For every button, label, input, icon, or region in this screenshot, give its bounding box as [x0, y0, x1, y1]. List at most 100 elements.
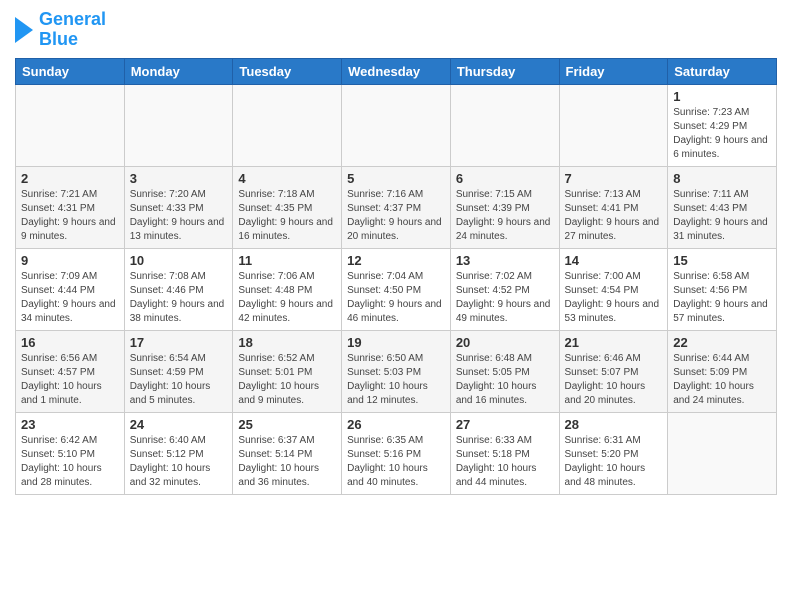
day-number: 16	[21, 335, 119, 350]
calendar-cell: 21 Sunrise: 6:46 AM Sunset: 5:07 PM Dayli…	[559, 330, 668, 412]
calendar-week: 2 Sunrise: 7:21 AM Sunset: 4:31 PM Daylig…	[16, 166, 777, 248]
calendar-cell	[450, 84, 559, 166]
calendar-cell	[16, 84, 125, 166]
day-number: 13	[456, 253, 554, 268]
header: General Blue	[15, 10, 777, 50]
calendar-header: SundayMondayTuesdayWednesdayThursdayFrid…	[16, 58, 777, 84]
day-info: Sunrise: 6:48 AM Sunset: 5:05 PM Dayligh…	[456, 352, 554, 408]
calendar-body: 1 Sunrise: 7:23 AM Sunset: 4:29 PM Daylig…	[16, 84, 777, 494]
day-info: Sunrise: 6:33 AM Sunset: 5:18 PM Dayligh…	[456, 434, 554, 490]
calendar-cell: 8Sunrise: 7:11 AM Sunset: 4:43 PM Daylig…	[668, 166, 777, 248]
calendar-cell: 6 Sunrise: 7:15 AM Sunset: 4:39 PM Daylig…	[450, 166, 559, 248]
day-info: Sunrise: 7:11 AM Sunset: 4:43 PM Dayligh…	[673, 188, 771, 244]
day-info: Sunrise: 7:16 AM Sunset: 4:37 PM Dayligh…	[347, 188, 445, 244]
calendar-cell: 9 Sunrise: 7:09 AM Sunset: 4:44 PM Daylig…	[16, 248, 125, 330]
calendar-week: 23 Sunrise: 6:42 AM Sunset: 5:10 PM Dayli…	[16, 412, 777, 494]
logo-line2: Blue	[39, 30, 106, 50]
calendar-cell: 25 Sunrise: 6:37 AM Sunset: 5:14 PM Dayli…	[233, 412, 342, 494]
day-number: 25	[238, 417, 336, 432]
day-number: 2	[21, 171, 119, 186]
day-number: 6	[456, 171, 554, 186]
day-number: 3	[130, 171, 228, 186]
calendar-cell: 15 Sunrise: 6:58 AM Sunset: 4:56 PM Dayli…	[668, 248, 777, 330]
day-number: 9	[21, 253, 119, 268]
page: General Blue SundayMondayTuesdayWednesda…	[0, 0, 792, 505]
logo-text: General Blue	[39, 10, 106, 50]
weekday-header: Friday	[559, 58, 668, 84]
day-number: 5	[347, 171, 445, 186]
day-info: Sunrise: 6:56 AM Sunset: 4:57 PM Dayligh…	[21, 352, 119, 408]
day-info: Sunrise: 7:04 AM Sunset: 4:50 PM Dayligh…	[347, 270, 445, 326]
day-info: Sunrise: 7:18 AM Sunset: 4:35 PM Dayligh…	[238, 188, 336, 244]
day-info: Sunrise: 6:35 AM Sunset: 5:16 PM Dayligh…	[347, 434, 445, 490]
calendar-cell: 2 Sunrise: 7:21 AM Sunset: 4:31 PM Daylig…	[16, 166, 125, 248]
day-info: Sunrise: 6:31 AM Sunset: 5:20 PM Dayligh…	[565, 434, 663, 490]
day-info: Sunrise: 6:37 AM Sunset: 5:14 PM Dayligh…	[238, 434, 336, 490]
day-info: Sunrise: 7:23 AM Sunset: 4:29 PM Dayligh…	[673, 106, 771, 162]
calendar-cell: 17 Sunrise: 6:54 AM Sunset: 4:59 PM Dayli…	[124, 330, 233, 412]
calendar-cell: 16 Sunrise: 6:56 AM Sunset: 4:57 PM Dayli…	[16, 330, 125, 412]
day-info: Sunrise: 6:40 AM Sunset: 5:12 PM Dayligh…	[130, 434, 228, 490]
weekday-header: Thursday	[450, 58, 559, 84]
day-number: 19	[347, 335, 445, 350]
calendar-cell: 23 Sunrise: 6:42 AM Sunset: 5:10 PM Dayli…	[16, 412, 125, 494]
calendar-cell: 5 Sunrise: 7:16 AM Sunset: 4:37 PM Daylig…	[342, 166, 451, 248]
day-number: 26	[347, 417, 445, 432]
day-info: Sunrise: 7:15 AM Sunset: 4:39 PM Dayligh…	[456, 188, 554, 244]
calendar-cell: 1 Sunrise: 7:23 AM Sunset: 4:29 PM Daylig…	[668, 84, 777, 166]
day-info: Sunrise: 6:54 AM Sunset: 4:59 PM Dayligh…	[130, 352, 228, 408]
calendar-cell: 13 Sunrise: 7:02 AM Sunset: 4:52 PM Dayli…	[450, 248, 559, 330]
day-number: 14	[565, 253, 663, 268]
day-number: 15	[673, 253, 771, 268]
day-number: 18	[238, 335, 336, 350]
calendar-cell: 27 Sunrise: 6:33 AM Sunset: 5:18 PM Dayli…	[450, 412, 559, 494]
day-number: 17	[130, 335, 228, 350]
day-number: 28	[565, 417, 663, 432]
weekday-header: Monday	[124, 58, 233, 84]
day-number: 23	[21, 417, 119, 432]
weekday-header: Sunday	[16, 58, 125, 84]
calendar-cell: 3 Sunrise: 7:20 AM Sunset: 4:33 PM Daylig…	[124, 166, 233, 248]
weekday-header: Tuesday	[233, 58, 342, 84]
calendar: SundayMondayTuesdayWednesdayThursdayFrid…	[15, 58, 777, 495]
day-number: 1	[673, 89, 771, 104]
calendar-cell: 26 Sunrise: 6:35 AM Sunset: 5:16 PM Dayli…	[342, 412, 451, 494]
day-info: Sunrise: 7:06 AM Sunset: 4:48 PM Dayligh…	[238, 270, 336, 326]
day-info: Sunrise: 6:44 AM Sunset: 5:09 PM Dayligh…	[673, 352, 771, 408]
calendar-week: 9 Sunrise: 7:09 AM Sunset: 4:44 PM Daylig…	[16, 248, 777, 330]
calendar-cell: 7Sunrise: 7:13 AM Sunset: 4:41 PM Daylig…	[559, 166, 668, 248]
day-info: Sunrise: 7:02 AM Sunset: 4:52 PM Dayligh…	[456, 270, 554, 326]
day-info: Sunrise: 6:46 AM Sunset: 5:07 PM Dayligh…	[565, 352, 663, 408]
calendar-cell: 19 Sunrise: 6:50 AM Sunset: 5:03 PM Dayli…	[342, 330, 451, 412]
calendar-cell	[668, 412, 777, 494]
calendar-week: 16 Sunrise: 6:56 AM Sunset: 4:57 PM Dayli…	[16, 330, 777, 412]
day-number: 4	[238, 171, 336, 186]
day-info: Sunrise: 6:50 AM Sunset: 5:03 PM Dayligh…	[347, 352, 445, 408]
day-info: Sunrise: 7:09 AM Sunset: 4:44 PM Dayligh…	[21, 270, 119, 326]
day-number: 12	[347, 253, 445, 268]
day-number: 7	[565, 171, 663, 186]
calendar-cell: 4 Sunrise: 7:18 AM Sunset: 4:35 PM Daylig…	[233, 166, 342, 248]
day-info: Sunrise: 6:58 AM Sunset: 4:56 PM Dayligh…	[673, 270, 771, 326]
calendar-cell: 12 Sunrise: 7:04 AM Sunset: 4:50 PM Dayli…	[342, 248, 451, 330]
day-info: Sunrise: 6:42 AM Sunset: 5:10 PM Dayligh…	[21, 434, 119, 490]
calendar-cell: 24 Sunrise: 6:40 AM Sunset: 5:12 PM Dayli…	[124, 412, 233, 494]
logo: General Blue	[15, 10, 106, 50]
day-number: 27	[456, 417, 554, 432]
day-number: 24	[130, 417, 228, 432]
calendar-cell	[342, 84, 451, 166]
weekday-row: SundayMondayTuesdayWednesdayThursdayFrid…	[16, 58, 777, 84]
day-info: Sunrise: 7:21 AM Sunset: 4:31 PM Dayligh…	[21, 188, 119, 244]
day-info: Sunrise: 7:08 AM Sunset: 4:46 PM Dayligh…	[130, 270, 228, 326]
calendar-cell: 22Sunrise: 6:44 AM Sunset: 5:09 PM Dayli…	[668, 330, 777, 412]
logo-line1: General	[39, 10, 106, 30]
day-number: 21	[565, 335, 663, 350]
calendar-cell	[233, 84, 342, 166]
day-info: Sunrise: 7:00 AM Sunset: 4:54 PM Dayligh…	[565, 270, 663, 326]
logo-icon	[15, 15, 35, 45]
day-number: 10	[130, 253, 228, 268]
calendar-cell: 28 Sunrise: 6:31 AM Sunset: 5:20 PM Dayli…	[559, 412, 668, 494]
calendar-cell	[559, 84, 668, 166]
day-info: Sunrise: 7:20 AM Sunset: 4:33 PM Dayligh…	[130, 188, 228, 244]
calendar-cell: 18Sunrise: 6:52 AM Sunset: 5:01 PM Dayli…	[233, 330, 342, 412]
